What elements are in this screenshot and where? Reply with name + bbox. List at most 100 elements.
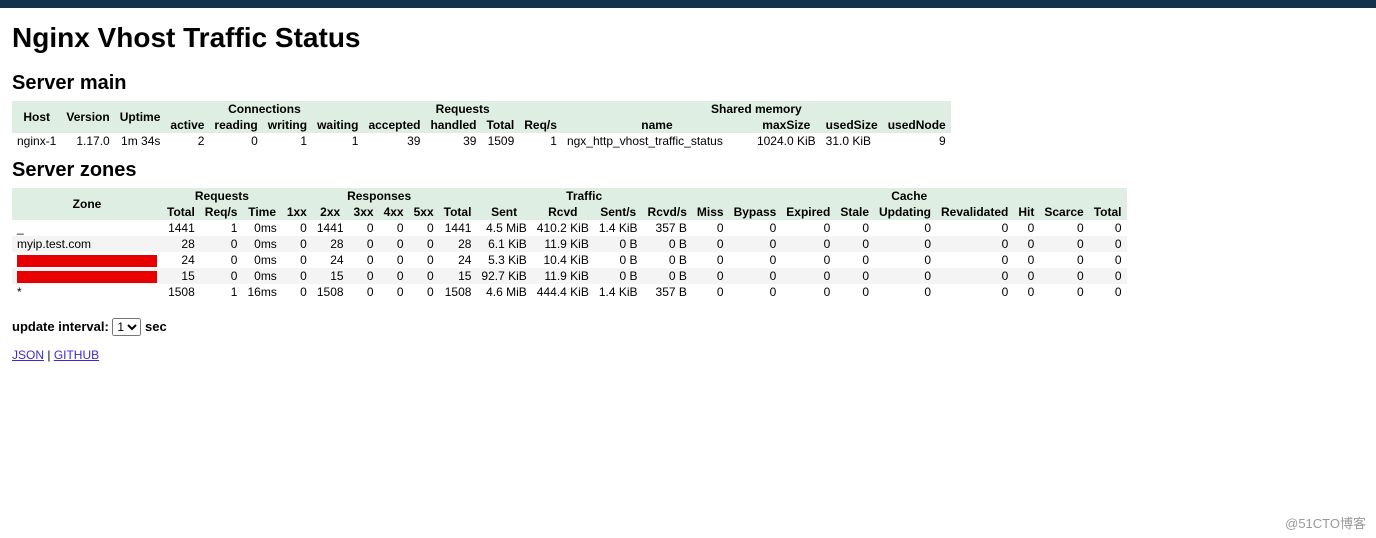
cell-total: 1441 <box>162 220 200 236</box>
cell-updating: 0 <box>874 252 936 268</box>
update-interval-row: update interval: 1 sec <box>12 318 1364 336</box>
cell-r5: 0 <box>409 252 439 268</box>
cell-r3: 0 <box>349 220 379 236</box>
cell-ctotal: 0 <box>1089 284 1127 300</box>
cell-r1: 0 <box>282 284 312 300</box>
cell-sents: 0 B <box>594 268 643 284</box>
zgroup-responses: Responses <box>282 188 477 204</box>
col-accepted: accepted <box>363 117 425 133</box>
zone-name: * <box>12 284 162 300</box>
cell-rtotal: 1441 <box>439 220 477 236</box>
zcol-3xx: 3xx <box>349 204 379 220</box>
github-link[interactable]: GITHUB <box>54 348 99 362</box>
cell-total: 15 <box>162 268 200 284</box>
cell-sents: 1.4 KiB <box>594 284 643 300</box>
cell-rcvds: 0 B <box>643 268 692 284</box>
cell-revalidated: 0 <box>936 268 1013 284</box>
col-reading: reading <box>209 117 262 133</box>
zcol-hit: Hit <box>1013 204 1039 220</box>
cell-r4: 0 <box>379 220 409 236</box>
cell-r3: 0 <box>349 236 379 252</box>
val-writing: 1 <box>263 133 312 149</box>
zcol-4xx: 4xx <box>379 204 409 220</box>
cell-r4: 0 <box>379 252 409 268</box>
val-reading: 0 <box>209 133 262 149</box>
cell-r3: 0 <box>349 252 379 268</box>
cell-bypass: 0 <box>729 268 782 284</box>
cell-sent: 5.3 KiB <box>476 252 531 268</box>
zcol-stale: Stale <box>835 204 874 220</box>
cell-time: 0ms <box>242 268 281 284</box>
cell-sent: 6.1 KiB <box>476 236 531 252</box>
cell-miss: 0 <box>692 284 729 300</box>
col-totalreq: Total <box>481 117 519 133</box>
zcol-1xx: 1xx <box>282 204 312 220</box>
page-content: Nginx Vhost Traffic Status Server main H… <box>0 8 1376 370</box>
cell-r1: 0 <box>282 252 312 268</box>
val-uptime: 1m 34s <box>115 133 166 149</box>
section-server-zones: Server zones <box>12 159 1364 182</box>
cell-stale: 0 <box>835 284 874 300</box>
zone-name: _ <box>12 220 162 236</box>
val-maxsize: 1024.0 KiB <box>752 133 821 149</box>
zcol-rcvds: Rcvd/s <box>643 204 692 220</box>
zcol-expired: Expired <box>781 204 835 220</box>
col-maxsize: maxSize <box>752 117 821 133</box>
cell-rtotal: 28 <box>439 236 477 252</box>
zcol-5xx: 5xx <box>409 204 439 220</box>
cell-r4: 0 <box>379 236 409 252</box>
cell-miss: 0 <box>692 220 729 236</box>
col-usednode: usedNode <box>883 117 951 133</box>
update-interval-select[interactable]: 1 <box>112 318 141 336</box>
col-shm-name: name <box>562 117 752 133</box>
zone-name <box>12 268 162 284</box>
cell-rcvds: 0 B <box>643 236 692 252</box>
zone-name: myip.test.com <box>12 236 162 252</box>
cell-revalidated: 0 <box>936 236 1013 252</box>
cell-r5: 0 <box>409 236 439 252</box>
footer-links: JSON | GITHUB <box>12 348 1364 362</box>
redacted-bar <box>17 271 157 283</box>
cell-r2: 1508 <box>312 284 349 300</box>
cell-sents: 1.4 KiB <box>594 220 643 236</box>
val-waiting: 1 <box>312 133 363 149</box>
cell-total: 1508 <box>162 284 200 300</box>
cell-stale: 0 <box>835 236 874 252</box>
zcol-2xx: 2xx <box>312 204 349 220</box>
redacted-bar <box>17 255 157 267</box>
cell-sents: 0 B <box>594 252 643 268</box>
json-link[interactable]: JSON <box>12 348 44 362</box>
group-connections: Connections <box>165 101 363 117</box>
cell-reqs: 1 <box>200 220 243 236</box>
cell-updating: 0 <box>874 268 936 284</box>
cell-rtotal: 24 <box>439 252 477 268</box>
zgroup-traffic: Traffic <box>476 188 691 204</box>
cell-reqs: 0 <box>200 252 243 268</box>
cell-r5: 0 <box>409 220 439 236</box>
cell-r5: 0 <box>409 268 439 284</box>
col-version: Version <box>61 101 114 133</box>
cell-rcvd: 10.4 KiB <box>532 252 594 268</box>
val-reqs: 1 <box>519 133 562 149</box>
val-totalreq: 1509 <box>481 133 519 149</box>
cell-rcvds: 357 B <box>643 220 692 236</box>
server-zones-table: Zone Requests Responses Traffic Cache To… <box>12 188 1127 300</box>
cell-hit: 0 <box>1013 236 1039 252</box>
cell-scarce: 0 <box>1039 268 1088 284</box>
zcol-zone: Zone <box>12 188 162 220</box>
cell-r3: 0 <box>349 284 379 300</box>
cell-scarce: 0 <box>1039 284 1088 300</box>
update-interval-label: update interval: <box>12 319 109 334</box>
cell-miss: 0 <box>692 236 729 252</box>
cell-time: 0ms <box>242 220 281 236</box>
cell-total: 24 <box>162 252 200 268</box>
cell-revalidated: 0 <box>936 220 1013 236</box>
main-row: nginx-1 1.17.0 1m 34s 2 0 1 1 39 39 1509… <box>12 133 951 149</box>
val-accepted: 39 <box>363 133 425 149</box>
cell-revalidated: 0 <box>936 284 1013 300</box>
cell-expired: 0 <box>781 220 835 236</box>
zcol-sent: Sent <box>476 204 531 220</box>
cell-rcvd: 444.4 KiB <box>532 284 594 300</box>
val-active: 2 <box>165 133 209 149</box>
cell-hit: 0 <box>1013 284 1039 300</box>
